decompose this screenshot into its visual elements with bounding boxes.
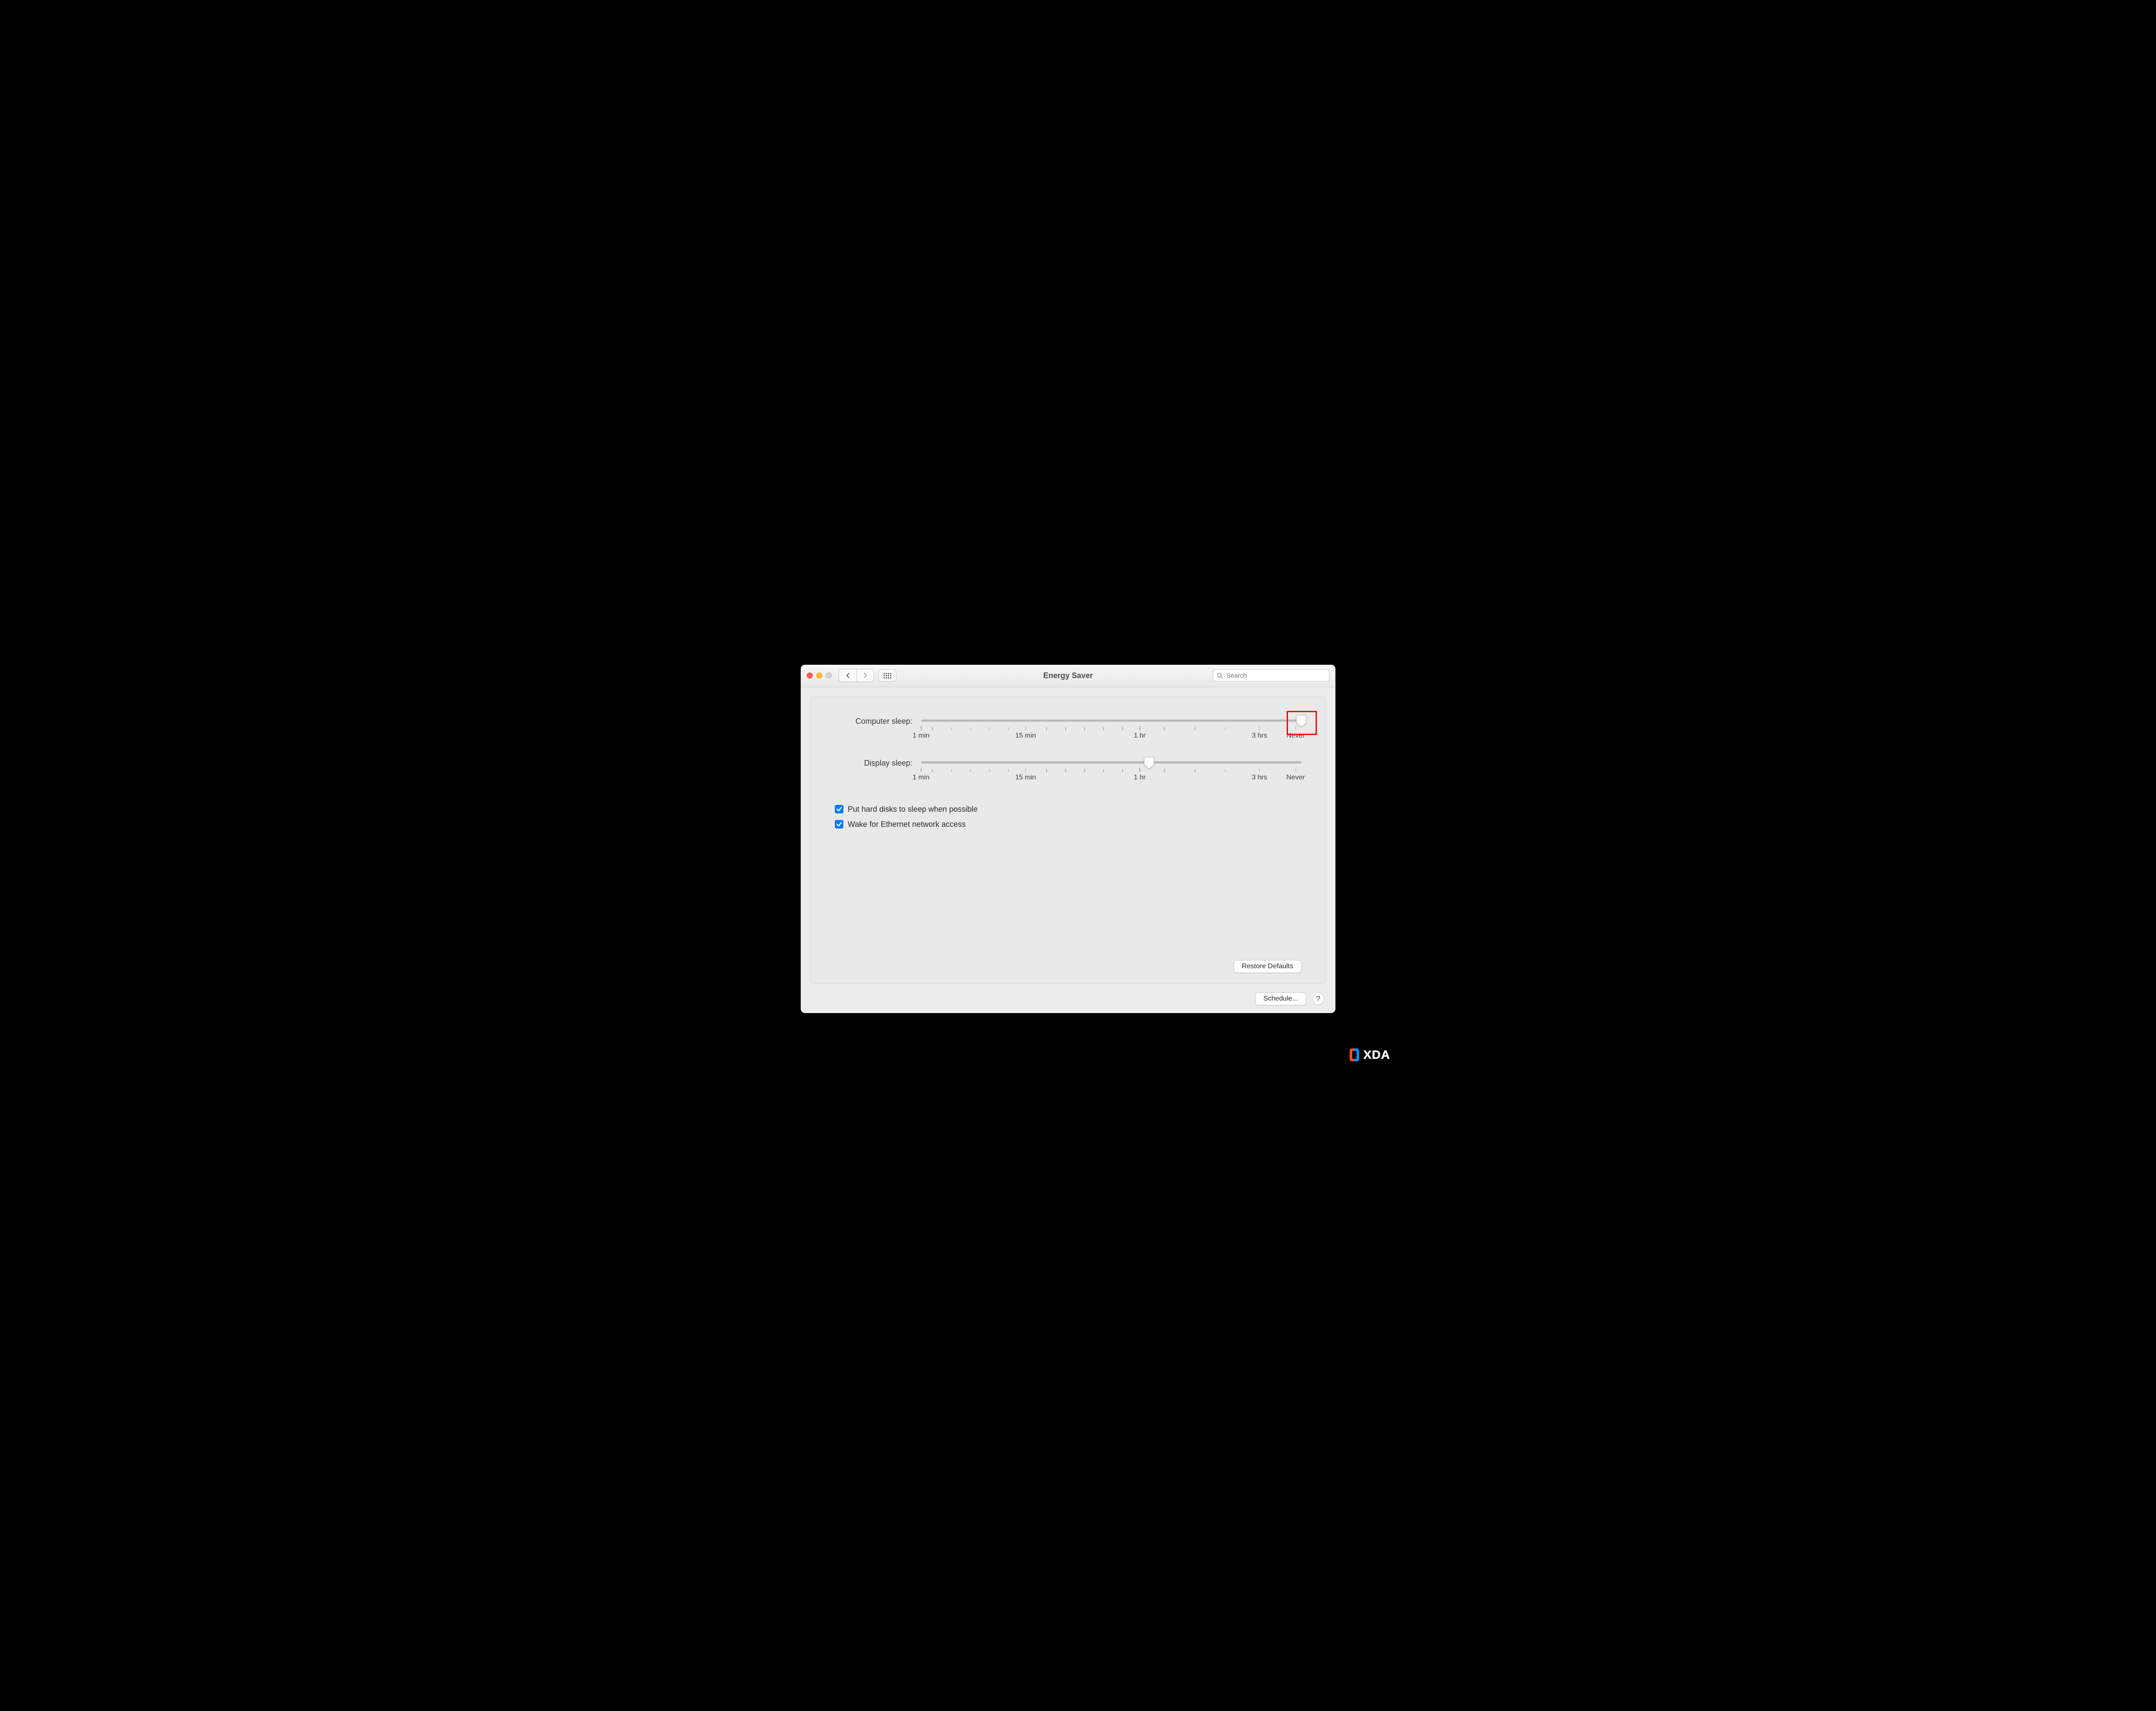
restore-defaults-button[interactable]: Restore Defaults [1234, 960, 1301, 973]
display-sleep-slider[interactable]: 1 min15 min1 hr3 hrsNever [921, 759, 1301, 782]
display-sleep-row: Display sleep: 1 min15 min1 hr3 hrsNever [835, 759, 1301, 782]
slider-ticks [921, 725, 1301, 730]
schedule-button[interactable]: Schedule... [1255, 992, 1306, 1005]
search-icon [1217, 673, 1223, 679]
titlebar: Energy Saver [801, 665, 1335, 687]
chevron-right-icon [863, 673, 868, 678]
zoom-button-disabled [826, 673, 832, 679]
tick-label: Never [1286, 774, 1305, 782]
minimize-button[interactable] [816, 673, 822, 679]
panel-footer: Restore Defaults [835, 960, 1301, 973]
display-sleep-label: Display sleep: [835, 759, 912, 768]
show-all-button[interactable] [878, 669, 896, 682]
checkmark-icon [836, 821, 842, 827]
window-controls [807, 673, 832, 679]
tick-label: 1 min [912, 774, 929, 782]
window-footer: Schedule... ? [810, 992, 1326, 1005]
checkbox-label: Wake for Ethernet network access [848, 820, 965, 829]
tick-label: Never [1286, 732, 1305, 740]
checkmark-icon [836, 806, 842, 812]
slider-track [921, 719, 1301, 722]
nav-back-forward [839, 669, 874, 682]
slider-tick-labels: 1 min15 min1 hr3 hrsNever [921, 774, 1301, 782]
tick-label: 15 min [1015, 774, 1036, 782]
preferences-window: Energy Saver Computer sleep: [801, 665, 1335, 1013]
tick-label: 1 hr [1134, 774, 1146, 782]
hd-sleep-checkbox-row[interactable]: Put hard disks to sleep when possible [835, 805, 1301, 814]
screenshot-canvas: Energy Saver Computer sleep: [763, 647, 1393, 1065]
computer-sleep-row: Computer sleep: 1 min15 min1 hr3 hrsNeve… [835, 717, 1301, 741]
close-button[interactable] [807, 673, 813, 679]
slider-track [921, 761, 1301, 763]
xda-text: XDA [1363, 1048, 1390, 1062]
xda-logo-icon [1348, 1048, 1361, 1062]
chevron-left-icon [845, 673, 850, 678]
help-button[interactable]: ? [1312, 993, 1324, 1005]
wake-net-checkbox-row[interactable]: Wake for Ethernet network access [835, 820, 1301, 829]
grid-icon [884, 673, 891, 679]
tick-label: 15 min [1015, 732, 1036, 740]
xda-watermark: XDA [1348, 1048, 1390, 1062]
slider-ticks [921, 767, 1301, 772]
back-button[interactable] [839, 669, 856, 682]
tick-label: 3 hrs [1252, 732, 1267, 740]
tick-label: 1 min [912, 732, 929, 740]
checkbox-label: Put hard disks to sleep when possible [848, 805, 978, 814]
tick-label: 3 hrs [1252, 774, 1267, 782]
settings-panel: Computer sleep: 1 min 15 min 1 hr 3 hrs Neve… [810, 697, 1326, 984]
tick-label: 1 hr [1134, 732, 1146, 740]
slider-tick-labels: 1 min15 min1 hr3 hrsNever [921, 732, 1301, 741]
forward-button[interactable] [856, 669, 874, 682]
computer-sleep-slider[interactable]: 1 min15 min1 hr3 hrsNever [921, 717, 1301, 741]
checkbox[interactable] [835, 820, 843, 829]
checkbox[interactable] [835, 805, 843, 813]
search-input[interactable] [1225, 672, 1326, 680]
content-area: Computer sleep: 1 min 15 min 1 hr 3 hrs Neve… [801, 687, 1335, 1013]
computer-sleep-label: Computer sleep: [835, 717, 912, 726]
search-field[interactable] [1213, 669, 1329, 682]
checkbox-group: Put hard disks to sleep when possible Wa… [835, 805, 1301, 835]
